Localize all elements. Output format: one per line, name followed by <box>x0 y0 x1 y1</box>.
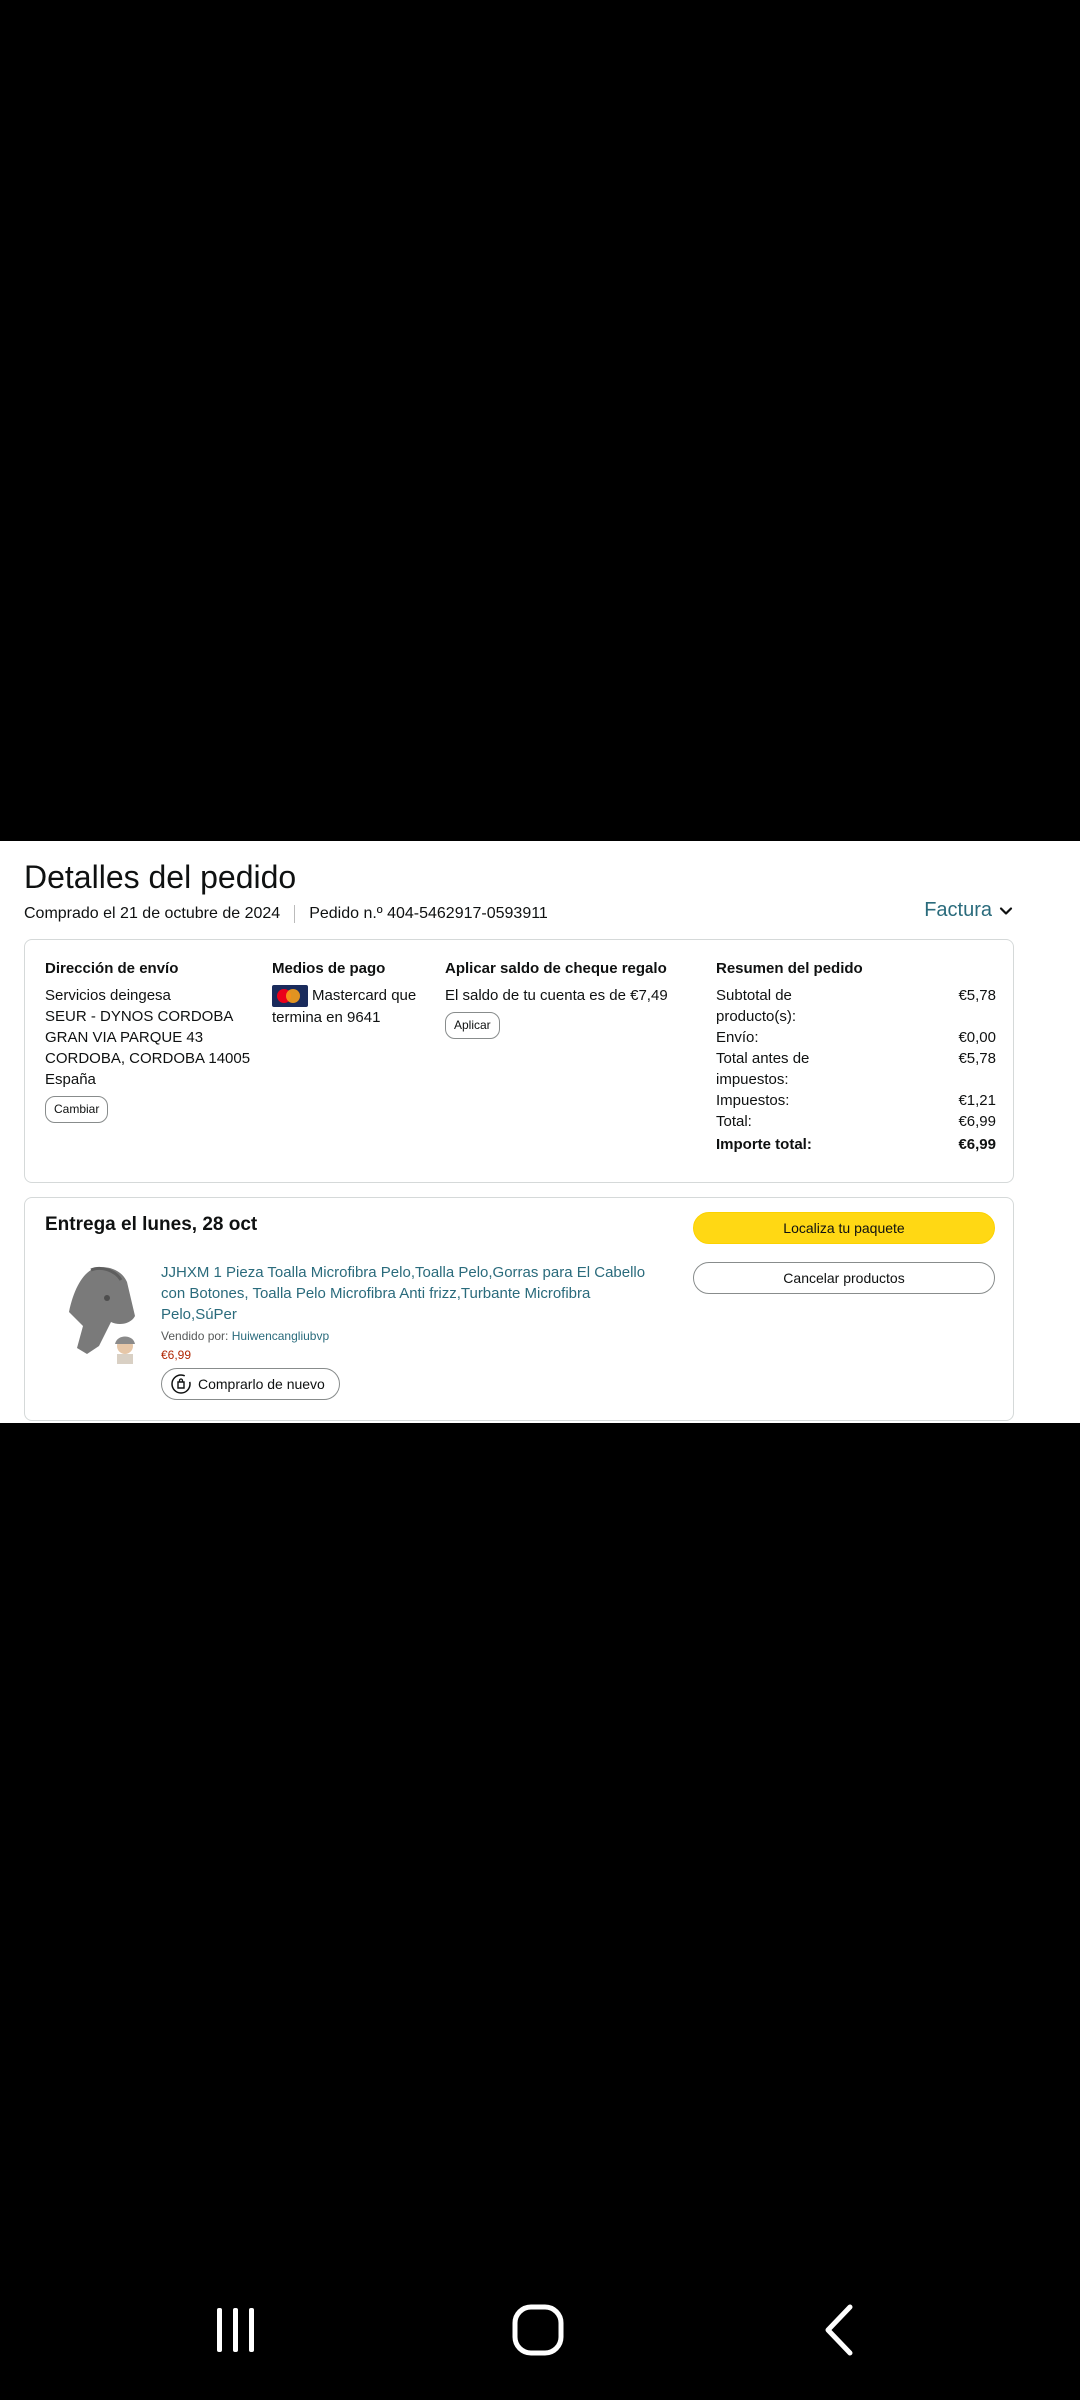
address-line: GRAN VIA PARQUE 43 <box>45 1029 204 1046</box>
back-icon <box>825 2304 853 2356</box>
screen: Detalles del pedido Comprado el 21 de oc… <box>0 0 1080 2400</box>
summary-value: €5,78 <box>958 1050 996 1067</box>
payment-heading: Medios de pago <box>272 960 386 977</box>
summary-heading: Resumen del pedido <box>716 960 863 977</box>
order-meta: Comprado el 21 de octubre de 2024 Pedido… <box>24 905 548 923</box>
delivery-heading: Entrega el lunes, 28 oct <box>45 1214 258 1235</box>
home-icon <box>512 2304 564 2356</box>
summary-label: Total: <box>716 1113 752 1130</box>
product-image[interactable] <box>61 1262 151 1366</box>
payment-section: Medios de pago Mastercard que termina en… <box>272 958 432 1028</box>
address-line: España <box>45 1071 96 1088</box>
order-details-page: Detalles del pedido Comprado el 21 de oc… <box>0 841 1080 1423</box>
summary-label: Impuestos: <box>716 1092 790 1109</box>
buy-again-label: Comprarlo de nuevo <box>198 1376 325 1392</box>
summary-value: €6,99 <box>958 1113 996 1130</box>
divider <box>294 905 296 923</box>
chevron-down-icon <box>999 906 1013 915</box>
summary-label: Envío: <box>716 1029 759 1046</box>
payment-method: Mastercard que termina en 9641 <box>272 985 432 1028</box>
summary-row: Total antes de impuestos: €5,78 <box>716 1048 996 1090</box>
buy-again-button[interactable]: Comprarlo de nuevo <box>161 1368 340 1400</box>
order-date: Comprado el 21 de octubre de 2024 <box>24 905 281 922</box>
summary-value: €5,78 <box>958 987 996 1004</box>
back-button[interactable] <box>800 2300 880 2360</box>
summary-label: Total antes de impuestos: <box>716 1050 810 1088</box>
shipment-box: Entrega el lunes, 28 oct JJHXM 1 Pieza T… <box>24 1197 1014 1421</box>
track-package-button[interactable]: Localiza tu paquete <box>693 1212 995 1244</box>
address-line: CORDOBA, CORDOBA 14005 <box>45 1050 251 1067</box>
summary-row: Subtotal de producto(s): €5,78 <box>716 985 996 1027</box>
buy-again-icon <box>171 1374 191 1394</box>
grand-total-value: €6,99 <box>958 1136 996 1153</box>
mastercard-icon <box>272 985 308 1008</box>
product-info: JJHXM 1 Pieza Toalla Microfibra Pelo,Toa… <box>161 1262 651 1400</box>
address-line: SEUR - DYNOS CORDOBA <box>45 1008 234 1025</box>
product-title-link[interactable]: JJHXM 1 Pieza Toalla Microfibra Pelo,Toa… <box>161 1262 651 1325</box>
summary-value: €0,00 <box>958 1029 996 1046</box>
change-address-button[interactable]: Cambiar <box>45 1096 109 1123</box>
invoice-label: Factura <box>924 899 992 921</box>
order-summary-section: Resumen del pedido Subtotal de producto(… <box>716 958 996 1155</box>
apply-gift-button[interactable]: Aplicar <box>445 1012 500 1039</box>
seller-info: Vendido por: Huiwencangliubvp <box>161 1329 651 1343</box>
gift-card-section: Aplicar saldo de cheque regalo El saldo … <box>445 958 705 1039</box>
page-title: Detalles del pedido <box>24 859 297 895</box>
seller-link[interactable]: Huiwencangliubvp <box>232 1329 329 1343</box>
product-price: €6,99 <box>161 1348 192 1362</box>
summary-row: Total: €6,99 <box>716 1111 996 1132</box>
cancel-items-button[interactable]: Cancelar productos <box>693 1262 995 1294</box>
grand-total-label: Importe total: <box>716 1136 812 1153</box>
shipping-heading: Dirección de envío <box>45 960 179 977</box>
summary-value: €1,21 <box>958 1092 996 1109</box>
invoice-dropdown[interactable]: Factura <box>924 899 1014 922</box>
order-number: Pedido n.º 404-5462917-0593911 <box>309 905 548 922</box>
grand-total-row: Importe total: €6,99 <box>716 1134 996 1155</box>
android-nav-bar <box>0 2270 1080 2390</box>
summary-label: Subtotal de producto(s): <box>716 987 797 1025</box>
address-line: Servicios deingesa <box>45 987 171 1004</box>
sold-by-label: Vendido por: <box>161 1329 229 1343</box>
home-button[interactable] <box>498 2300 578 2360</box>
order-info-box: Dirección de envío Servicios deingesa SE… <box>24 939 1014 1183</box>
shipping-address-section: Dirección de envío Servicios deingesa SE… <box>45 958 255 1123</box>
gift-balance: El saldo de tu cuenta es de €7,49 <box>445 987 668 1004</box>
recent-apps-button[interactable] <box>196 2300 276 2360</box>
summary-row: Envío: €0,00 <box>716 1027 996 1048</box>
summary-row: Impuestos: €1,21 <box>716 1090 996 1111</box>
recent-apps-icon <box>217 2308 254 2352</box>
gift-heading: Aplicar saldo de cheque regalo <box>445 960 667 977</box>
